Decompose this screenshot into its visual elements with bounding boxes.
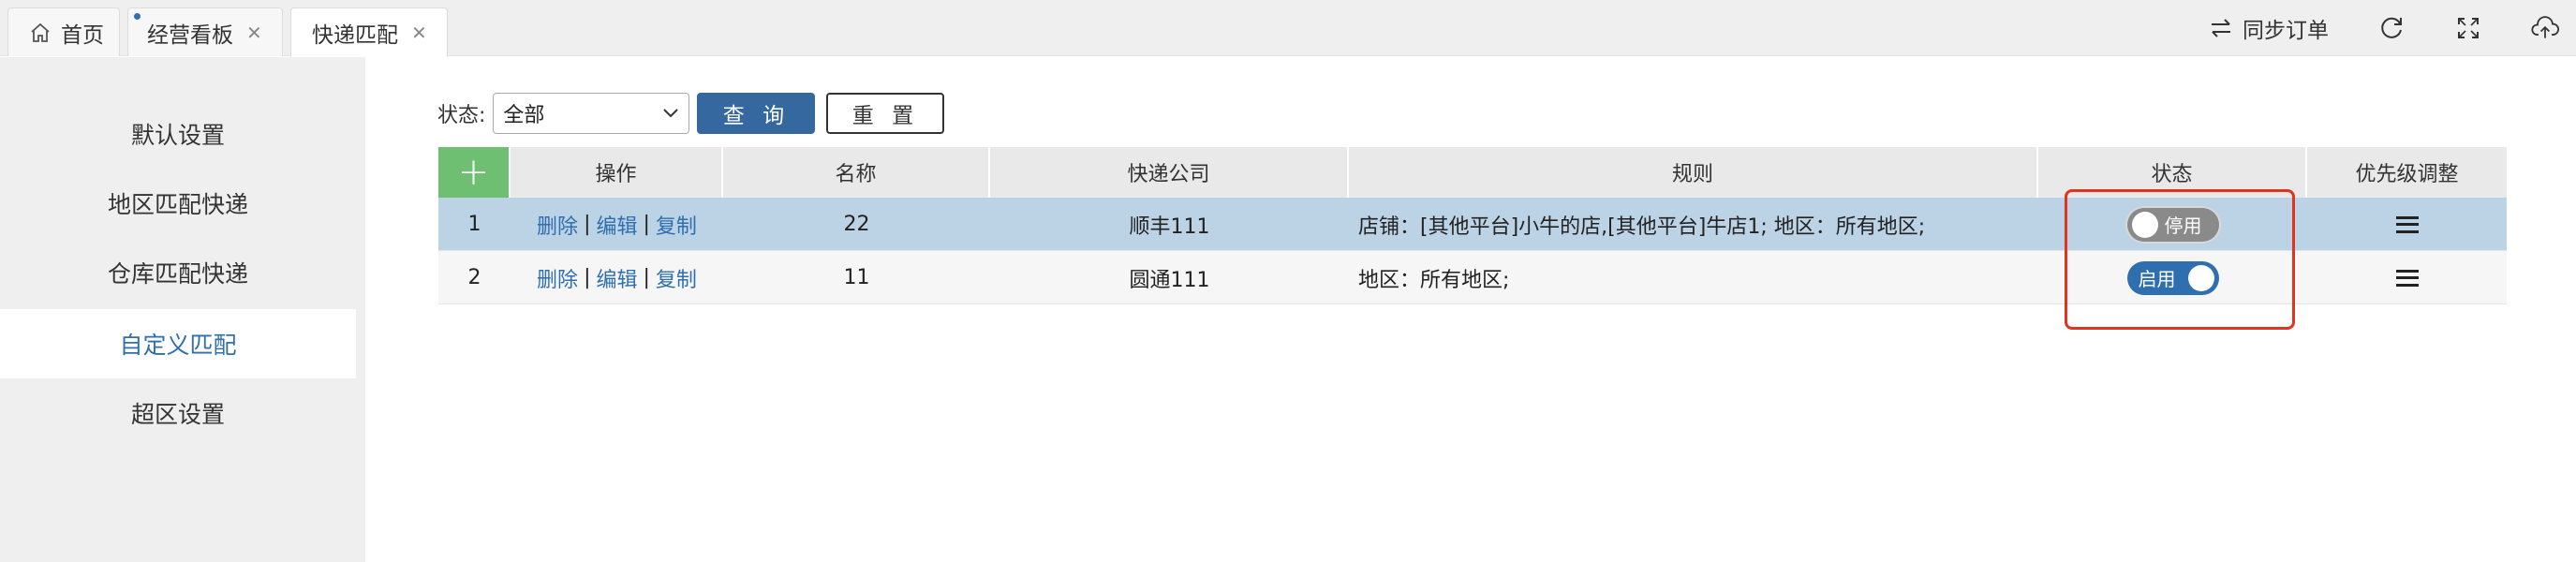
sidebar-item-label: 超区设置 [130,401,225,428]
sync-orders-label: 同步订单 [2243,19,2329,43]
column-header: 快递公司 [990,147,1349,198]
tab-dashboard[interactable]: 经营看板 ✕ [127,7,283,56]
row-index: 2 [467,266,481,289]
add-rule-button[interactable]: + [438,147,511,198]
sync-orders-button[interactable]: 同步订单 [2209,12,2329,44]
separator: | [643,213,650,236]
refresh-icon[interactable] [2377,14,2406,42]
reset-button[interactable]: 重 置 [826,93,945,134]
sidebar-item-out-of-area[interactable]: 超区设置 [0,378,356,448]
cloud-upload-icon[interactable] [2531,14,2559,42]
drag-handle-icon[interactable] [2395,215,2419,233]
query-button[interactable]: 查 询 [697,93,816,134]
sidebar-item-label: 地区匹配快递 [107,191,248,218]
row-actions: 删除 | 编辑 | 复制 [511,198,723,251]
edit-link[interactable]: 编辑 [596,210,637,240]
row-priority [2307,251,2507,304]
filter-bar: 状态: 全部 查 询 重 置 [437,92,945,135]
home-icon [31,22,50,42]
sidebar-item-label: 默认设置 [130,122,225,149]
drag-handle-icon[interactable] [2395,269,2419,287]
row-name: 11 [843,266,870,289]
status-filter-label: 状态: [437,104,486,127]
top-actions: 同步订单 [2209,0,2576,56]
sidebar-item-label: 自定义匹配 [119,332,237,359]
edit-link[interactable]: 编辑 [596,263,637,293]
fullscreen-icon[interactable] [2454,14,2482,42]
tab-label: 首页 [61,22,104,48]
row-rule: 店铺：[其他平台]小牛的店,[其他平台]牛店1; 地区：所有地区; [1358,214,1926,239]
close-icon[interactable]: ✕ [246,22,262,44]
separator: | [643,266,650,289]
row-actions: 删除 | 编辑 | 复制 [511,251,723,304]
chevron-down-icon [663,109,679,118]
tab-home[interactable]: 首页 [7,7,120,56]
column-header: 操作 [511,147,723,198]
sidebar: 默认设置 地区匹配快递 仓库匹配快递 自定义匹配 超区设置 [0,57,365,562]
status-select[interactable]: 全部 [493,93,690,134]
separator: | [584,213,591,236]
sidebar-item-label: 仓库匹配快递 [107,260,248,288]
tab-express-match[interactable]: 快递匹配 ✕ [290,7,448,57]
close-icon[interactable]: ✕ [411,22,427,44]
column-header: 规则 [1349,147,2038,198]
row-rule: 地区：所有地区; [1358,268,1510,292]
copy-link[interactable]: 复制 [656,263,697,293]
column-header: 名称 [723,147,990,198]
row-index: 1 [467,213,481,236]
modified-dot [134,13,141,20]
separator: | [584,266,591,289]
tab-label: 经营看板 [147,22,233,48]
sidebar-item-region-match[interactable]: 地区匹配快递 [0,169,356,238]
highlight-box [2065,189,2295,330]
tab-bar: 首页 经营看板 ✕ 快递匹配 ✕ 同步订单 [0,0,2576,57]
sidebar-item-warehouse-match[interactable]: 仓库匹配快递 [0,238,356,307]
delete-link[interactable]: 删除 [537,263,578,293]
swap-icon [2212,19,2230,37]
row-name: 22 [843,213,870,236]
row-priority [2307,198,2507,251]
copy-link[interactable]: 复制 [656,210,697,240]
column-header: 优先级调整 [2355,163,2459,186]
row-company: 顺丰111 [1129,214,1210,239]
sidebar-item-custom-match[interactable]: 自定义匹配 [0,309,356,378]
row-company: 圆通111 [1129,268,1210,292]
sidebar-item-default-settings[interactable]: 默认设置 [0,99,356,169]
status-select-value: 全部 [503,104,545,127]
tab-label: 快递匹配 [312,23,398,48]
delete-link[interactable]: 删除 [537,210,578,240]
